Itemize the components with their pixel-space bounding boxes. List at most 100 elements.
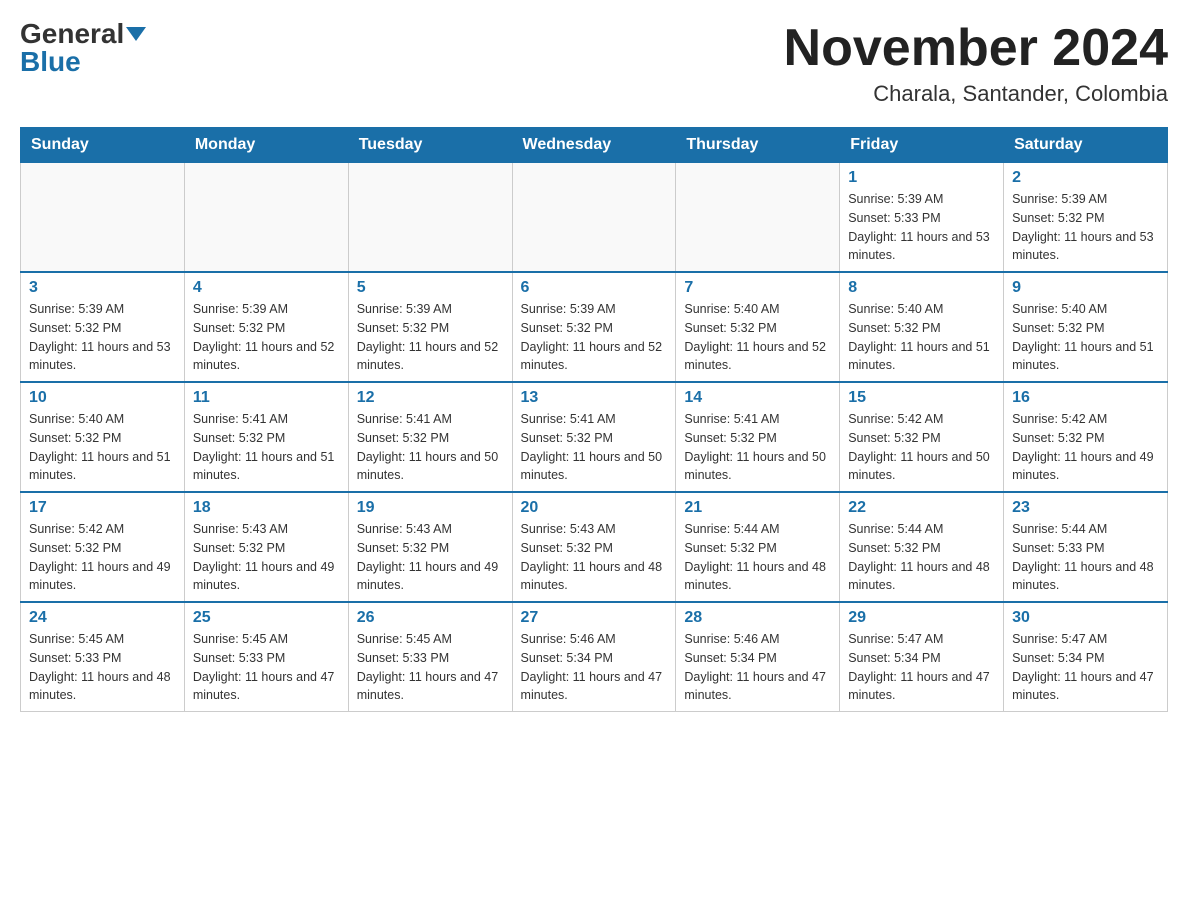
day-info: Sunrise: 5:46 AMSunset: 5:34 PMDaylight:…: [684, 630, 831, 705]
calendar-cell: 29 Sunrise: 5:47 AMSunset: 5:34 PMDayligh…: [840, 602, 1004, 712]
day-header-sunday: Sunday: [21, 128, 185, 163]
day-info: Sunrise: 5:41 AMSunset: 5:32 PMDaylight:…: [521, 410, 668, 485]
month-title: November 2024: [784, 20, 1168, 77]
day-info: Sunrise: 5:45 AMSunset: 5:33 PMDaylight:…: [29, 630, 176, 705]
day-info: Sunrise: 5:46 AMSunset: 5:34 PMDaylight:…: [521, 630, 668, 705]
calendar-week-row: 1 Sunrise: 5:39 AMSunset: 5:33 PMDaylight…: [21, 163, 1168, 273]
day-info: Sunrise: 5:40 AMSunset: 5:32 PMDaylight:…: [848, 300, 995, 375]
calendar-cell: 12 Sunrise: 5:41 AMSunset: 5:32 PMDayligh…: [348, 382, 512, 492]
calendar-week-row: 3 Sunrise: 5:39 AMSunset: 5:32 PMDaylight…: [21, 272, 1168, 382]
day-number: 8: [848, 279, 995, 297]
calendar-week-row: 10Sunrise: 5:40 AMSunset: 5:32 PMDayligh…: [21, 382, 1168, 492]
day-info: Sunrise: 5:44 AMSunset: 5:32 PMDaylight:…: [848, 520, 995, 595]
calendar-cell: 28 Sunrise: 5:46 AMSunset: 5:34 PMDayligh…: [676, 602, 840, 712]
day-number: 17: [29, 499, 176, 517]
day-info: Sunrise: 5:40 AMSunset: 5:32 PMDaylight:…: [1012, 300, 1159, 375]
logo-general-text: General: [20, 20, 124, 48]
day-info: Sunrise: 5:39 AMSunset: 5:32 PMDaylight:…: [521, 300, 668, 375]
calendar-cell: 26 Sunrise: 5:45 AMSunset: 5:33 PMDayligh…: [348, 602, 512, 712]
calendar-cell: 11Sunrise: 5:41 AMSunset: 5:32 PMDayligh…: [184, 382, 348, 492]
calendar-cell: 15 Sunrise: 5:42 AMSunset: 5:32 PMDayligh…: [840, 382, 1004, 492]
calendar-cell: 18 Sunrise: 5:43 AMSunset: 5:32 PMDayligh…: [184, 492, 348, 602]
day-info: Sunrise: 5:44 AMSunset: 5:33 PMDaylight:…: [1012, 520, 1159, 595]
day-number: 4: [193, 279, 340, 297]
day-number: 26: [357, 609, 504, 627]
title-area: November 2024 Charala, Santander, Colomb…: [784, 20, 1168, 107]
calendar-cell: 3 Sunrise: 5:39 AMSunset: 5:32 PMDaylight…: [21, 272, 185, 382]
day-number: 20: [521, 499, 668, 517]
day-info: Sunrise: 5:43 AMSunset: 5:32 PMDaylight:…: [193, 520, 340, 595]
logo-blue-text: Blue: [20, 48, 81, 76]
day-number: 15: [848, 389, 995, 407]
calendar-cell: 21 Sunrise: 5:44 AMSunset: 5:32 PMDayligh…: [676, 492, 840, 602]
calendar-cell: 27 Sunrise: 5:46 AMSunset: 5:34 PMDayligh…: [512, 602, 676, 712]
day-info: Sunrise: 5:40 AMSunset: 5:32 PMDaylight:…: [684, 300, 831, 375]
day-header-saturday: Saturday: [1004, 128, 1168, 163]
day-number: 21: [684, 499, 831, 517]
day-number: 1: [848, 169, 995, 187]
calendar-cell: 2Sunrise: 5:39 AMSunset: 5:32 PMDaylight…: [1004, 163, 1168, 273]
calendar-cell: 10Sunrise: 5:40 AMSunset: 5:32 PMDayligh…: [21, 382, 185, 492]
day-info: Sunrise: 5:40 AMSunset: 5:32 PMDaylight:…: [29, 410, 176, 485]
day-number: 5: [357, 279, 504, 297]
calendar-cell: [676, 163, 840, 273]
logo-triangle-icon: [126, 27, 146, 41]
day-info: Sunrise: 5:44 AMSunset: 5:32 PMDaylight:…: [684, 520, 831, 595]
calendar-cell: 1 Sunrise: 5:39 AMSunset: 5:33 PMDaylight…: [840, 163, 1004, 273]
calendar-cell: 16 Sunrise: 5:42 AMSunset: 5:32 PMDayligh…: [1004, 382, 1168, 492]
calendar-week-row: 17 Sunrise: 5:42 AMSunset: 5:32 PMDayligh…: [21, 492, 1168, 602]
day-header-tuesday: Tuesday: [348, 128, 512, 163]
calendar-cell: 23Sunrise: 5:44 AMSunset: 5:33 PMDayligh…: [1004, 492, 1168, 602]
day-number: 19: [357, 499, 504, 517]
calendar-cell: [512, 163, 676, 273]
day-number: 18: [193, 499, 340, 517]
calendar-cell: 14Sunrise: 5:41 AMSunset: 5:32 PMDayligh…: [676, 382, 840, 492]
day-number: 29: [848, 609, 995, 627]
day-number: 11: [193, 389, 340, 407]
day-header-thursday: Thursday: [676, 128, 840, 163]
day-info: Sunrise: 5:45 AMSunset: 5:33 PMDaylight:…: [193, 630, 340, 705]
day-info: Sunrise: 5:39 AMSunset: 5:32 PMDaylight:…: [357, 300, 504, 375]
day-number: 6: [521, 279, 668, 297]
day-info: Sunrise: 5:42 AMSunset: 5:32 PMDaylight:…: [29, 520, 176, 595]
day-number: 28: [684, 609, 831, 627]
calendar-cell: [184, 163, 348, 273]
calendar-header-row: SundayMondayTuesdayWednesdayThursdayFrid…: [21, 128, 1168, 163]
calendar-cell: [21, 163, 185, 273]
calendar-cell: 4Sunrise: 5:39 AMSunset: 5:32 PMDaylight…: [184, 272, 348, 382]
day-header-wednesday: Wednesday: [512, 128, 676, 163]
day-info: Sunrise: 5:42 AMSunset: 5:32 PMDaylight:…: [848, 410, 995, 485]
calendar-cell: 24 Sunrise: 5:45 AMSunset: 5:33 PMDayligh…: [21, 602, 185, 712]
day-info: Sunrise: 5:45 AMSunset: 5:33 PMDaylight:…: [357, 630, 504, 705]
calendar-cell: 19Sunrise: 5:43 AMSunset: 5:32 PMDayligh…: [348, 492, 512, 602]
day-number: 3: [29, 279, 176, 297]
day-number: 24: [29, 609, 176, 627]
day-number: 27: [521, 609, 668, 627]
day-number: 14: [684, 389, 831, 407]
logo: General Blue: [20, 20, 146, 76]
day-info: Sunrise: 5:39 AMSunset: 5:33 PMDaylight:…: [848, 190, 995, 265]
day-header-friday: Friday: [840, 128, 1004, 163]
day-number: 9: [1012, 279, 1159, 297]
day-info: Sunrise: 5:39 AMSunset: 5:32 PMDaylight:…: [29, 300, 176, 375]
calendar-cell: 17 Sunrise: 5:42 AMSunset: 5:32 PMDayligh…: [21, 492, 185, 602]
calendar-cell: 30Sunrise: 5:47 AMSunset: 5:34 PMDayligh…: [1004, 602, 1168, 712]
calendar-cell: 6 Sunrise: 5:39 AMSunset: 5:32 PMDaylight…: [512, 272, 676, 382]
location-text: Charala, Santander, Colombia: [784, 81, 1168, 107]
day-info: Sunrise: 5:43 AMSunset: 5:32 PMDaylight:…: [521, 520, 668, 595]
day-number: 7: [684, 279, 831, 297]
day-number: 2: [1012, 169, 1159, 187]
day-info: Sunrise: 5:47 AMSunset: 5:34 PMDaylight:…: [848, 630, 995, 705]
calendar-cell: 5 Sunrise: 5:39 AMSunset: 5:32 PMDaylight…: [348, 272, 512, 382]
day-number: 22: [848, 499, 995, 517]
day-info: Sunrise: 5:42 AMSunset: 5:32 PMDaylight:…: [1012, 410, 1159, 485]
calendar-cell: 8 Sunrise: 5:40 AMSunset: 5:32 PMDaylight…: [840, 272, 1004, 382]
calendar-cell: 13 Sunrise: 5:41 AMSunset: 5:32 PMDayligh…: [512, 382, 676, 492]
day-number: 13: [521, 389, 668, 407]
day-number: 16: [1012, 389, 1159, 407]
day-info: Sunrise: 5:41 AMSunset: 5:32 PMDaylight:…: [357, 410, 504, 485]
day-number: 25: [193, 609, 340, 627]
calendar-cell: 25 Sunrise: 5:45 AMSunset: 5:33 PMDayligh…: [184, 602, 348, 712]
day-number: 30: [1012, 609, 1159, 627]
day-number: 12: [357, 389, 504, 407]
